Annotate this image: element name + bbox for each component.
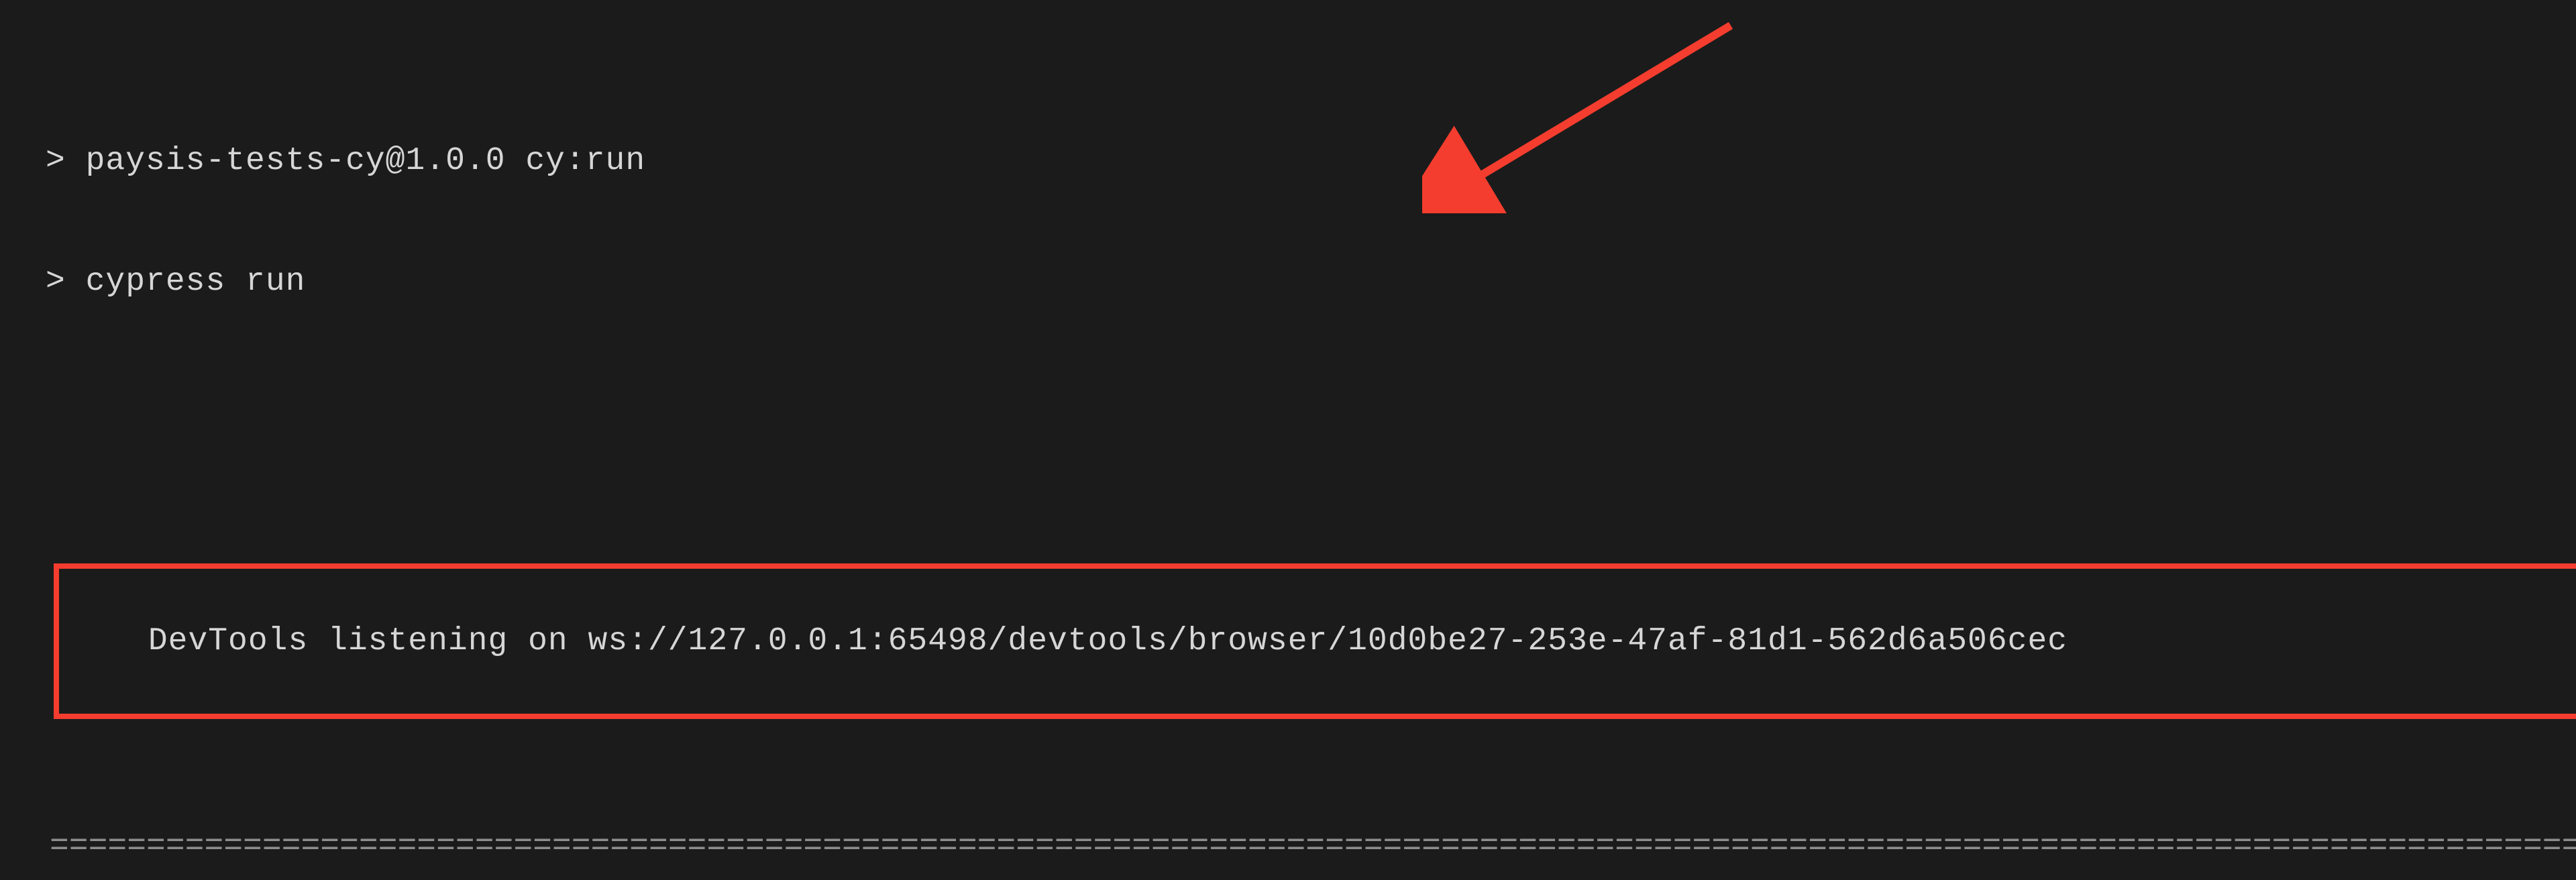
divider-line: ========================================… (7, 800, 2569, 867)
command-line-2: > cypress run (7, 262, 2569, 302)
devtools-listening-text: DevTools listening on ws://127.0.0.1:654… (148, 623, 2068, 659)
command-line-1: > paysis-tests-cy@1.0.0 cy:run (7, 141, 2569, 181)
terminal-output: > paysis-tests-cy@1.0.0 cy:run > cypress… (0, 0, 2576, 880)
devtools-listening-highlight: DevTools listening on ws://127.0.0.1:654… (54, 563, 2576, 719)
